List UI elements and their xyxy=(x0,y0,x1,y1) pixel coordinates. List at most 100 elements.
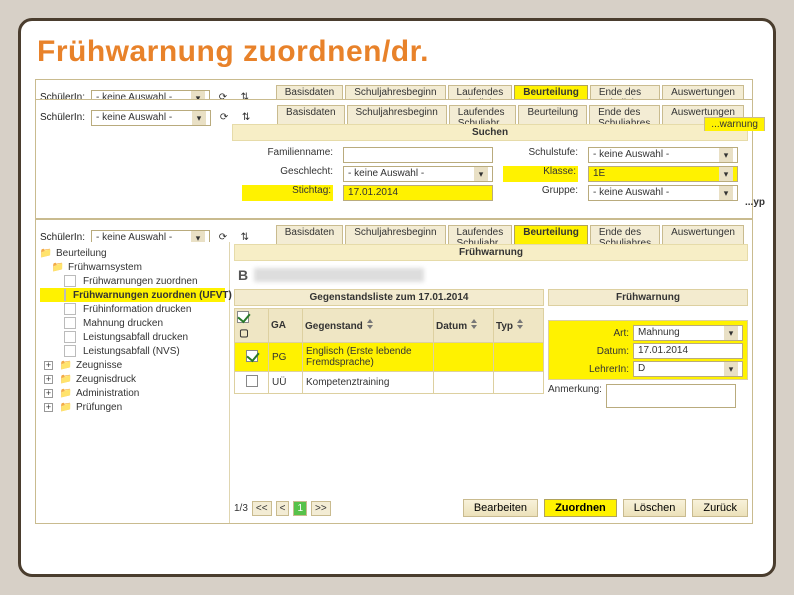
datum-label: Datum: xyxy=(597,346,629,357)
row-name-1: Kompetenztraining xyxy=(303,372,434,394)
stichtag-field[interactable]: 17.01.2014 xyxy=(343,185,493,201)
art-field[interactable]: Mahnung ▾ xyxy=(633,325,743,341)
list-title: Gegenstandsliste zum 17.01.2014 xyxy=(234,289,544,306)
row-ga-0: PG xyxy=(269,343,303,372)
sort-icon-3[interactable]: ⇅ xyxy=(238,231,252,245)
lehrerin-val: D xyxy=(638,362,645,376)
lehrerin-label: LehrerIn: xyxy=(589,364,629,375)
pager-first[interactable]: << xyxy=(252,501,272,516)
schuelerin-select-2[interactable]: - keine Auswahl - ▾ xyxy=(91,110,211,126)
lehrerin-field[interactable]: D▾ xyxy=(633,361,743,377)
tree2-item-4[interactable]: Leistungsabfall drucken xyxy=(40,330,225,344)
zuordnen-button[interactable]: Zuordnen xyxy=(544,499,617,517)
schuelerin-label-2: SchülerIn: xyxy=(40,112,85,123)
tree2-item-5[interactable]: Leistungsabfall (NVS) xyxy=(40,344,225,358)
chevron-down-icon: ▾ xyxy=(719,186,733,200)
suchen-header: Suchen xyxy=(232,124,748,141)
col-gegenstand-label: Gegenstand xyxy=(305,321,363,332)
tree2-item-1-label: Frühwarnungen zuordnen (UFVT) xyxy=(73,290,232,301)
tree2-item-0-label: Frühwarnungen zuordnen xyxy=(83,276,198,287)
tree2-extra-3[interactable]: +📁Prüfungen xyxy=(40,400,225,414)
familienname-label: Familienname: xyxy=(242,147,333,163)
tree2-extra-1-label: Zeugnisdruck xyxy=(76,374,136,385)
clear-icon[interactable]: ▢ xyxy=(237,326,251,340)
col-ga-label: GA xyxy=(271,320,286,331)
geschlecht-val: - keine Auswahl - xyxy=(348,167,424,181)
tree2-item-2[interactable]: Frühinformation drucken xyxy=(40,302,225,316)
schulstufe-val: - keine Auswahl - xyxy=(593,148,669,162)
gruppe-label: Gruppe: xyxy=(503,185,578,201)
table-row[interactable]: UÜ Kompetenztraining xyxy=(235,372,544,394)
pager-pages: 1/3 xyxy=(234,503,248,514)
row-check-0[interactable] xyxy=(246,350,258,362)
tree2-extra-1[interactable]: +📁Zeugnisdruck xyxy=(40,372,225,386)
tree2-item-1[interactable]: Frühwarnungen zuordnen (UFVT) xyxy=(40,288,225,302)
chevron-down-icon: ▾ xyxy=(192,111,206,125)
sort-arrows-icon xyxy=(470,319,478,329)
tree2-extra-3-label: Prüfungen xyxy=(76,402,122,413)
tree2-item-2-label: Frühinformation drucken xyxy=(83,304,191,315)
col-typ[interactable]: Typ xyxy=(494,309,544,343)
tree2-node-label: Frühwarnsystem xyxy=(68,262,142,273)
row-ga-1: UÜ xyxy=(269,372,303,394)
col-ga[interactable]: GA xyxy=(269,309,303,343)
tree2-root-label: Beurteilung xyxy=(56,248,107,259)
col-typ-label: Typ xyxy=(496,321,513,332)
chevron-down-icon: ▾ xyxy=(724,326,738,340)
art-val: Mahnung xyxy=(638,326,680,340)
tree2-extra-0-label: Zeugnisse xyxy=(76,360,122,371)
col-datum-label: Datum xyxy=(436,321,467,332)
bearbeiten-button[interactable]: Bearbeiten xyxy=(463,499,538,517)
datum-field[interactable]: 17.01.2014 xyxy=(633,343,743,359)
datum-val: 17.01.2014 xyxy=(638,344,688,358)
gruppe-val: - keine Auswahl - xyxy=(593,186,669,200)
page-title: Frühwarnung zuordnen/dr. xyxy=(37,35,759,69)
tree2-extra-0[interactable]: +📁Zeugnisse xyxy=(40,358,225,372)
zurueck-button[interactable]: Zurück xyxy=(692,499,748,517)
schulstufe-field[interactable]: - keine Auswahl - ▾ xyxy=(588,147,738,163)
student-initial: B xyxy=(238,267,248,283)
tree2-root[interactable]: 📁Beurteilung xyxy=(40,246,225,260)
refresh-icon-2[interactable]: ⟳ xyxy=(217,111,231,125)
col-gegenstand[interactable]: Gegenstand xyxy=(303,309,434,343)
fruehwarnung-header: Frühwarnung xyxy=(234,244,748,261)
chevron-down-icon: ▾ xyxy=(719,167,733,181)
tree2-item-5-label: Leistungsabfall (NVS) xyxy=(83,346,180,357)
pager-current[interactable]: 1 xyxy=(293,501,307,516)
chevron-down-icon: ▾ xyxy=(724,362,738,376)
check-all[interactable] xyxy=(237,311,249,323)
tree2-item-4-label: Leistungsabfall drucken xyxy=(83,332,188,343)
row-check-1[interactable] xyxy=(246,375,258,387)
side-title: Frühwarnung xyxy=(548,289,748,306)
tree2-extra-2-label: Administration xyxy=(76,388,139,399)
tree2-item-0[interactable]: Frühwarnungen zuordnen xyxy=(40,274,225,288)
anmerkung-label: Anmerkung: xyxy=(548,384,602,395)
pager-prev[interactable]: < xyxy=(276,501,290,516)
schuelerin-value-2: - keine Auswahl - xyxy=(96,111,172,125)
tree2-item-3[interactable]: Mahnung drucken xyxy=(40,316,225,330)
sort-icon-2[interactable]: ⇅ xyxy=(239,111,253,125)
chevron-down-icon: ▾ xyxy=(719,148,733,162)
anmerkung-field[interactable] xyxy=(606,384,736,408)
klasse-label: Klasse: xyxy=(503,166,578,182)
student-name-redacted xyxy=(254,268,424,282)
geschlecht-field[interactable]: - keine Auswahl -▾ xyxy=(343,166,493,182)
row-name-0: Englisch (Erste lebende Fremdsprache) xyxy=(303,343,434,372)
tree2-extra-2[interactable]: +📁Administration xyxy=(40,386,225,400)
art-label: Art: xyxy=(613,328,629,339)
pager-next[interactable]: >> xyxy=(311,501,331,516)
loeschen-button[interactable]: Löschen xyxy=(623,499,687,517)
tree2-node[interactable]: 📁Frühwarnsystem xyxy=(40,260,225,274)
familienname-field[interactable] xyxy=(343,147,493,163)
sort-arrows-icon xyxy=(366,319,374,329)
klasse-field[interactable]: 1E ▾ xyxy=(588,166,738,182)
pager: 1/3 << < 1 >> xyxy=(234,501,331,516)
col-datum[interactable]: Datum xyxy=(434,309,494,343)
geschlecht-label: Geschlecht: xyxy=(242,166,333,182)
table-row[interactable]: PG Englisch (Erste lebende Fremdsprache) xyxy=(235,343,544,372)
tab-warnung-fragment[interactable]: ...warnung xyxy=(704,117,765,131)
yp-fragment: ...yp xyxy=(745,197,765,208)
schulstufe-label: Schulstufe: xyxy=(503,147,578,163)
klasse-val: 1E xyxy=(593,167,605,181)
gruppe-field[interactable]: - keine Auswahl - ▾ xyxy=(588,185,738,201)
